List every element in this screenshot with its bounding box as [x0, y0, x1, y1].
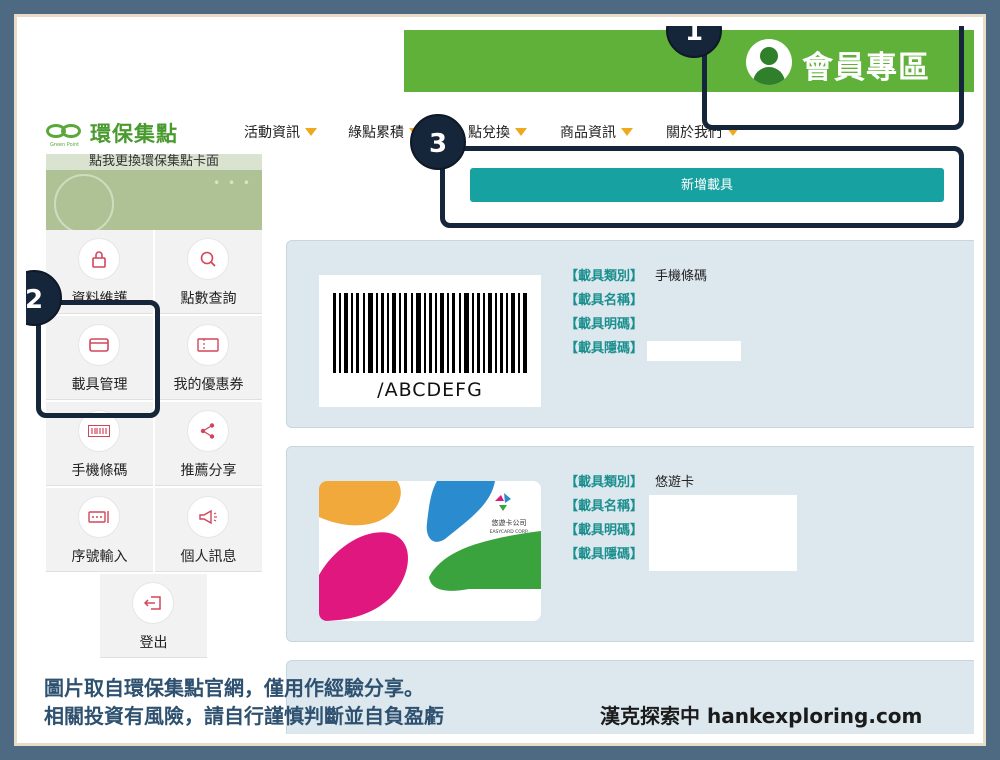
redaction-mask — [649, 495, 797, 571]
carrier-name-label: 【載具名稱】 — [565, 499, 644, 514]
sidebar-item-label: 登出 — [139, 635, 168, 651]
page-canvas: 會員專區 Green Point 環保集點 活動資訊 綠點累積 點兌換 商品資訊… — [26, 26, 974, 734]
highlight-member-area — [702, 26, 964, 130]
dropdown-caret-icon — [305, 128, 317, 136]
sidebar-item-logout[interactable]: 登出 — [100, 574, 207, 658]
disclaimer-line-2: 相關投資有風險，請自行謹慎判斷並自負盈虧 — [44, 704, 444, 728]
carrier-hidden-code-label: 【載具隱碼】 — [565, 341, 644, 356]
disclaimer-caption: 圖片取自環保集點官網，僅用作經驗分享。 相關投資有風險，請自行謹慎判斷並自負盈虧 — [44, 674, 444, 730]
carrier-name-label: 【載具名稱】 — [565, 293, 644, 308]
disclaimer-line-1: 圖片取自環保集點官網，僅用作經驗分享。 — [44, 676, 424, 700]
mobile-barcode-image: /ABCDEFG — [319, 275, 541, 407]
carrier-card-easycard: 悠遊卡公司 EASYCARD CORP. 【載具類別】 悠遊卡 【載具名稱】 【載… — [286, 446, 974, 642]
card-face-banner[interactable]: • • • 點我更換環保集點卡面 — [46, 154, 262, 230]
serial-icon — [78, 496, 120, 538]
carrier-type-label: 【載具類別】 — [565, 269, 644, 284]
sidebar-item-label: 點數查詢 — [180, 291, 237, 307]
card-face-illustration — [54, 174, 114, 230]
carrier-hidden-code-label: 【載具隱碼】 — [565, 547, 644, 562]
search-icon — [187, 238, 229, 280]
dropdown-caret-icon — [515, 128, 527, 136]
svg-text:EASYCARD CORP.: EASYCARD CORP. — [490, 529, 529, 535]
change-card-face-link[interactable]: 點我更換環保集點卡面 — [46, 154, 262, 170]
carrier-visible-code-label: 【載具明碼】 — [565, 317, 644, 332]
step-marker-3: 3 — [410, 114, 466, 170]
megaphone-icon — [187, 496, 229, 538]
barcode-icon — [333, 293, 527, 373]
sidebar-item-label: 手機條碼 — [71, 463, 128, 479]
carrier-type-value: 悠遊卡 — [655, 475, 695, 490]
green-point-logo-icon: Green Point — [46, 122, 86, 148]
sidebar-item-label: 推薦分享 — [180, 463, 237, 479]
barcode-text: /ABCDEFG — [377, 379, 483, 401]
logout-icon — [132, 582, 174, 624]
nav-item-redeem[interactable]: 點兌換 — [468, 122, 527, 142]
carrier-visible-code-label: 【載具明碼】 — [565, 523, 644, 538]
logo-text: 環保集點 — [90, 122, 178, 146]
sidebar-item-label: 我的優惠券 — [173, 377, 244, 393]
site-logo[interactable]: Green Point 環保集點 — [46, 118, 178, 148]
carrier-card-mobile-barcode: /ABCDEFG 【載具類別】 手機條碼 【載具名稱】 【載具明碼】 【載具隱碼】 — [286, 240, 974, 428]
highlight-carrier-management — [36, 300, 160, 418]
sidebar-item-label: 序號輸入 — [71, 549, 128, 565]
carrier-type-value: 手機條碼 — [655, 269, 708, 284]
sidebar-item-label: 個人訊息 — [180, 549, 237, 565]
site-watermark: 漢克探索中 hankexploring.com — [600, 704, 923, 728]
sidebar-item-serial-input[interactable]: 序號輸入 — [46, 488, 153, 572]
nav-item-products[interactable]: 商品資訊 — [560, 122, 633, 142]
sidebar-item-share[interactable]: 推薦分享 — [155, 402, 262, 486]
sidebar-item-points[interactable]: 點數查詢 — [155, 230, 262, 314]
redaction-mask — [647, 341, 741, 361]
highlight-add-carrier — [440, 146, 964, 228]
sidebar-item-messages[interactable]: 個人訊息 — [155, 488, 262, 572]
share-icon — [187, 410, 229, 452]
dropdown-caret-icon — [621, 128, 633, 136]
carrier-type-label: 【載具類別】 — [565, 475, 644, 490]
svg-text:悠遊卡公司: 悠遊卡公司 — [492, 518, 527, 527]
lock-icon — [78, 238, 120, 280]
nav-item-activities[interactable]: 活動資訊 — [244, 122, 317, 142]
ticket-icon — [187, 324, 229, 366]
easycard-image: 悠遊卡公司 EASYCARD CORP. — [319, 481, 541, 621]
sidebar-item-coupons[interactable]: 我的優惠券 — [155, 316, 262, 400]
